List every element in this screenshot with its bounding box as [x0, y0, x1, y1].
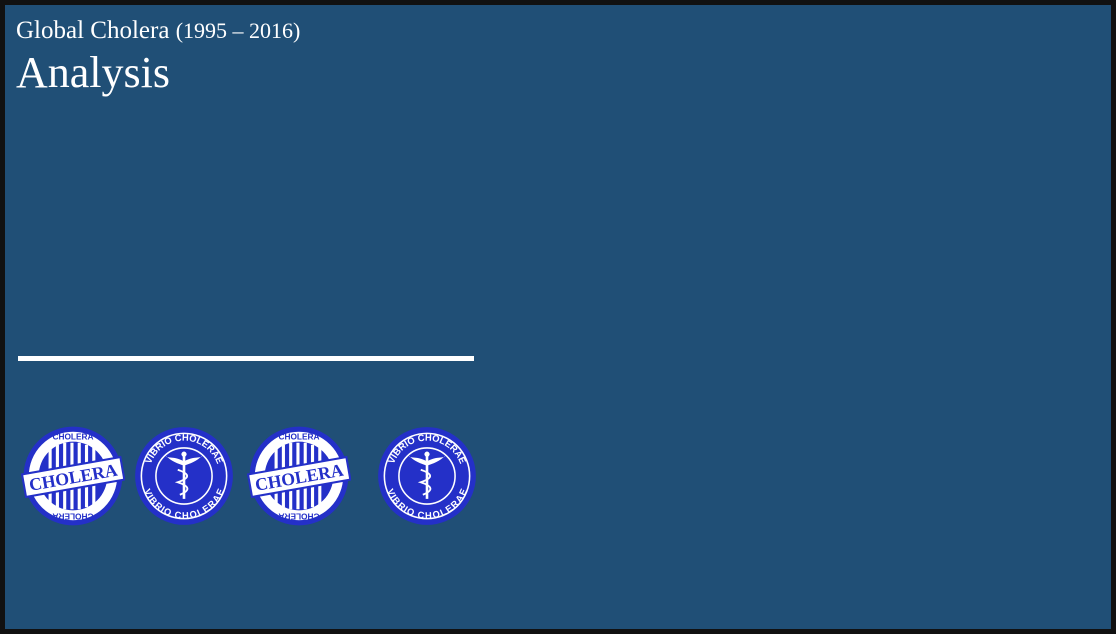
svg-text:CHOLERA: CHOLERA	[52, 511, 93, 521]
vibrio-cholerae-stamp-icon: VIBRIO CHOLERAE VIBRIO CHOLERAE	[375, 424, 479, 528]
cholera-stamp-icon: CHOLERA CHOLERA CHOLERA	[247, 424, 351, 528]
svg-text:CHOLERA: CHOLERA	[278, 432, 319, 442]
cholera-stamp-icon: CHOLERA CHOLERA CHOLERA	[21, 424, 125, 528]
slide-subtitle: Analysis	[16, 48, 170, 97]
vibrio-cholerae-stamp-icon: VIBRIO CHOLERAE VIBRIO CHOLERAE	[132, 424, 236, 528]
slide: Global Cholera (1995 – 2016) Analysis CH…	[5, 5, 1111, 629]
svg-text:CHOLERA: CHOLERA	[278, 511, 319, 521]
title-text: Global Cholera	[16, 17, 170, 44]
divider-line	[18, 356, 474, 361]
slide-title: Global Cholera (1995 – 2016)	[16, 16, 300, 46]
svg-text:CHOLERA: CHOLERA	[52, 432, 93, 442]
title-years: (1995 – 2016)	[175, 18, 301, 43]
